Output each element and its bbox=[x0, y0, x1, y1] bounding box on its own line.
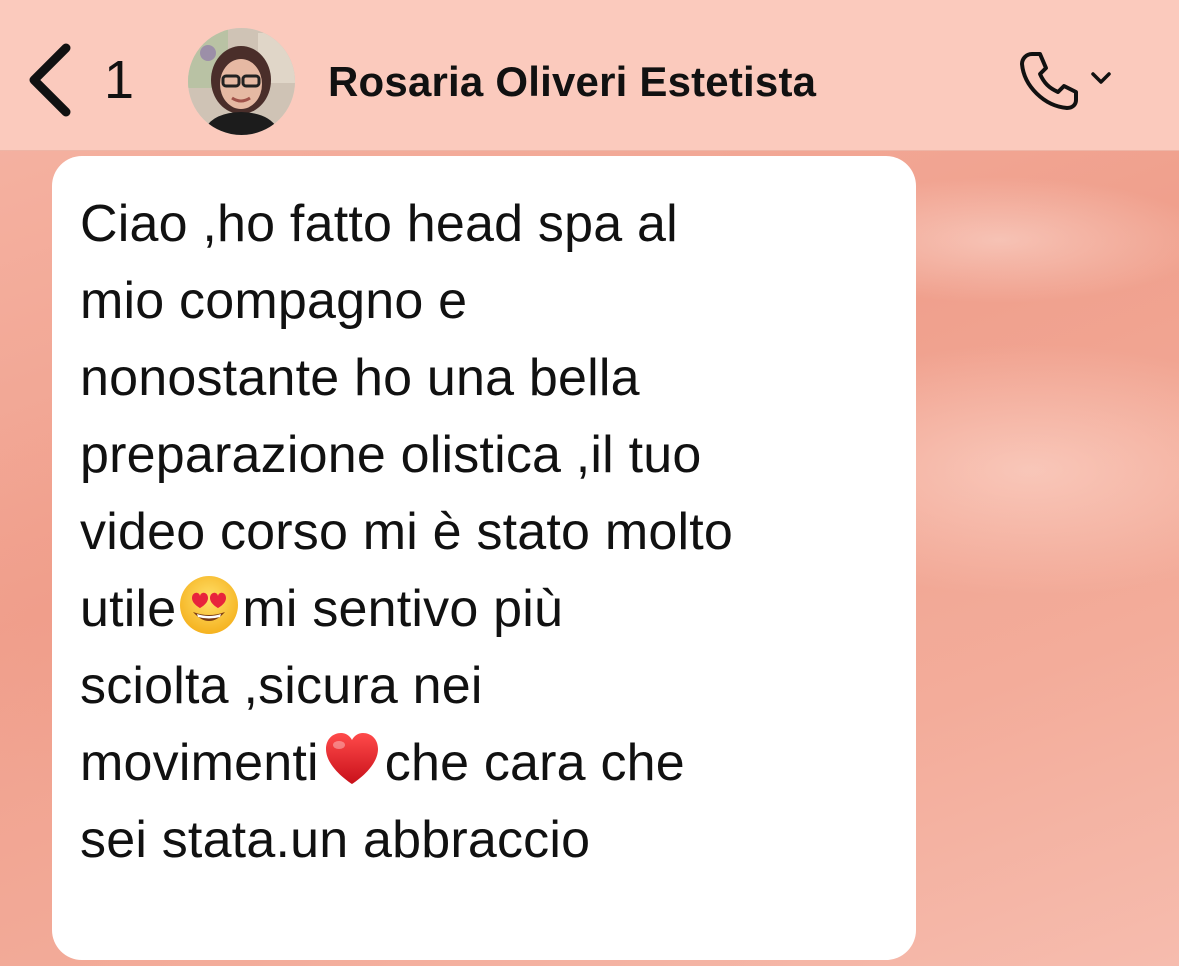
message-line: che cara che bbox=[384, 734, 685, 792]
message-line: sciolta ,sicura nei bbox=[80, 657, 483, 715]
message-line: mi sentivo più bbox=[242, 580, 564, 638]
avatar[interactable] bbox=[188, 28, 295, 135]
phone-icon bbox=[1020, 52, 1078, 110]
call-button[interactable] bbox=[1016, 46, 1126, 116]
chat-header: 1 Rosaria Oliveri Estetista bbox=[0, 0, 1179, 151]
red-heart-emoji bbox=[321, 728, 383, 790]
message-line: preparazione olistica ,il tuo bbox=[80, 426, 702, 484]
message-line: movimenti bbox=[80, 734, 319, 792]
contact-name[interactable]: Rosaria Oliveri Estetista bbox=[328, 58, 816, 106]
message-bubble[interactable]: Ciao ,ho fatto head spa al mio compagno … bbox=[52, 156, 916, 960]
chevron-left-icon bbox=[29, 43, 71, 117]
back-button[interactable]: 1 bbox=[22, 40, 152, 120]
message-text: Ciao ,ho fatto head spa al mio compagno … bbox=[80, 186, 900, 879]
message-line: video corso mi è stato molto bbox=[80, 503, 733, 561]
unread-count: 1 bbox=[104, 50, 135, 110]
heart-eyes-emoji bbox=[178, 574, 240, 636]
message-line: utile bbox=[80, 580, 177, 638]
message-line: sei stata.un abbraccio bbox=[80, 811, 591, 869]
chevron-down-icon bbox=[1091, 72, 1111, 84]
message-line: nonostante ho una bella bbox=[80, 349, 640, 407]
message-line: Ciao ,ho fatto head spa al bbox=[80, 195, 678, 253]
message-line: mio compagno e bbox=[80, 272, 468, 330]
